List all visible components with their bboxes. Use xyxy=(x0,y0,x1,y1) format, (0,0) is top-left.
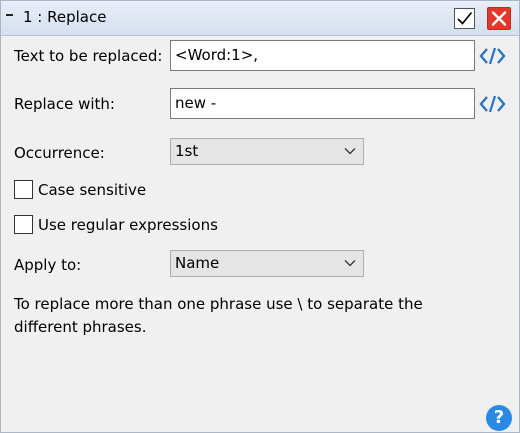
code-icon xyxy=(479,47,506,65)
panel-titlebar: 1 : Replace xyxy=(1,1,519,36)
regex-checkbox[interactable] xyxy=(14,215,33,234)
help-icon[interactable]: ? xyxy=(486,405,512,431)
occurrence-select[interactable]: 1st xyxy=(170,138,364,165)
replace-panel: 1 : Replace Text to be replaced: <Word:1… xyxy=(0,0,520,433)
occurrence-value: 1st xyxy=(175,142,199,160)
close-button[interactable] xyxy=(487,7,511,30)
close-icon xyxy=(491,11,507,26)
regex-label[interactable]: Use regular expressions xyxy=(38,215,218,235)
checkmark-icon xyxy=(457,11,473,25)
apply-to-value: Name xyxy=(175,254,220,272)
insert-tag-button[interactable] xyxy=(479,46,507,66)
case-sensitive-checkbox[interactable] xyxy=(14,180,33,199)
occurrence-label: Occurrence: xyxy=(14,144,105,162)
replace-with-label: Replace with: xyxy=(14,95,115,113)
panel-title: 1 : Replace xyxy=(23,8,107,26)
confirm-button[interactable] xyxy=(454,8,475,29)
case-sensitive-label[interactable]: Case sensitive xyxy=(38,180,146,200)
replace-with-input[interactable]: new - xyxy=(170,88,475,119)
apply-to-label: Apply to: xyxy=(14,256,82,274)
code-icon xyxy=(479,95,506,113)
text-to-replace-input[interactable]: <Word:1>, xyxy=(170,40,475,71)
text-to-replace-label: Text to be replaced: xyxy=(14,47,163,65)
help-hint-text: To replace more than one phrase use \ to… xyxy=(14,295,423,336)
chevron-down-icon xyxy=(344,148,356,155)
apply-to-select[interactable]: Name xyxy=(170,250,364,277)
collapse-icon[interactable] xyxy=(6,14,13,16)
insert-tag-button[interactable] xyxy=(479,94,507,114)
chevron-down-icon xyxy=(344,260,356,267)
